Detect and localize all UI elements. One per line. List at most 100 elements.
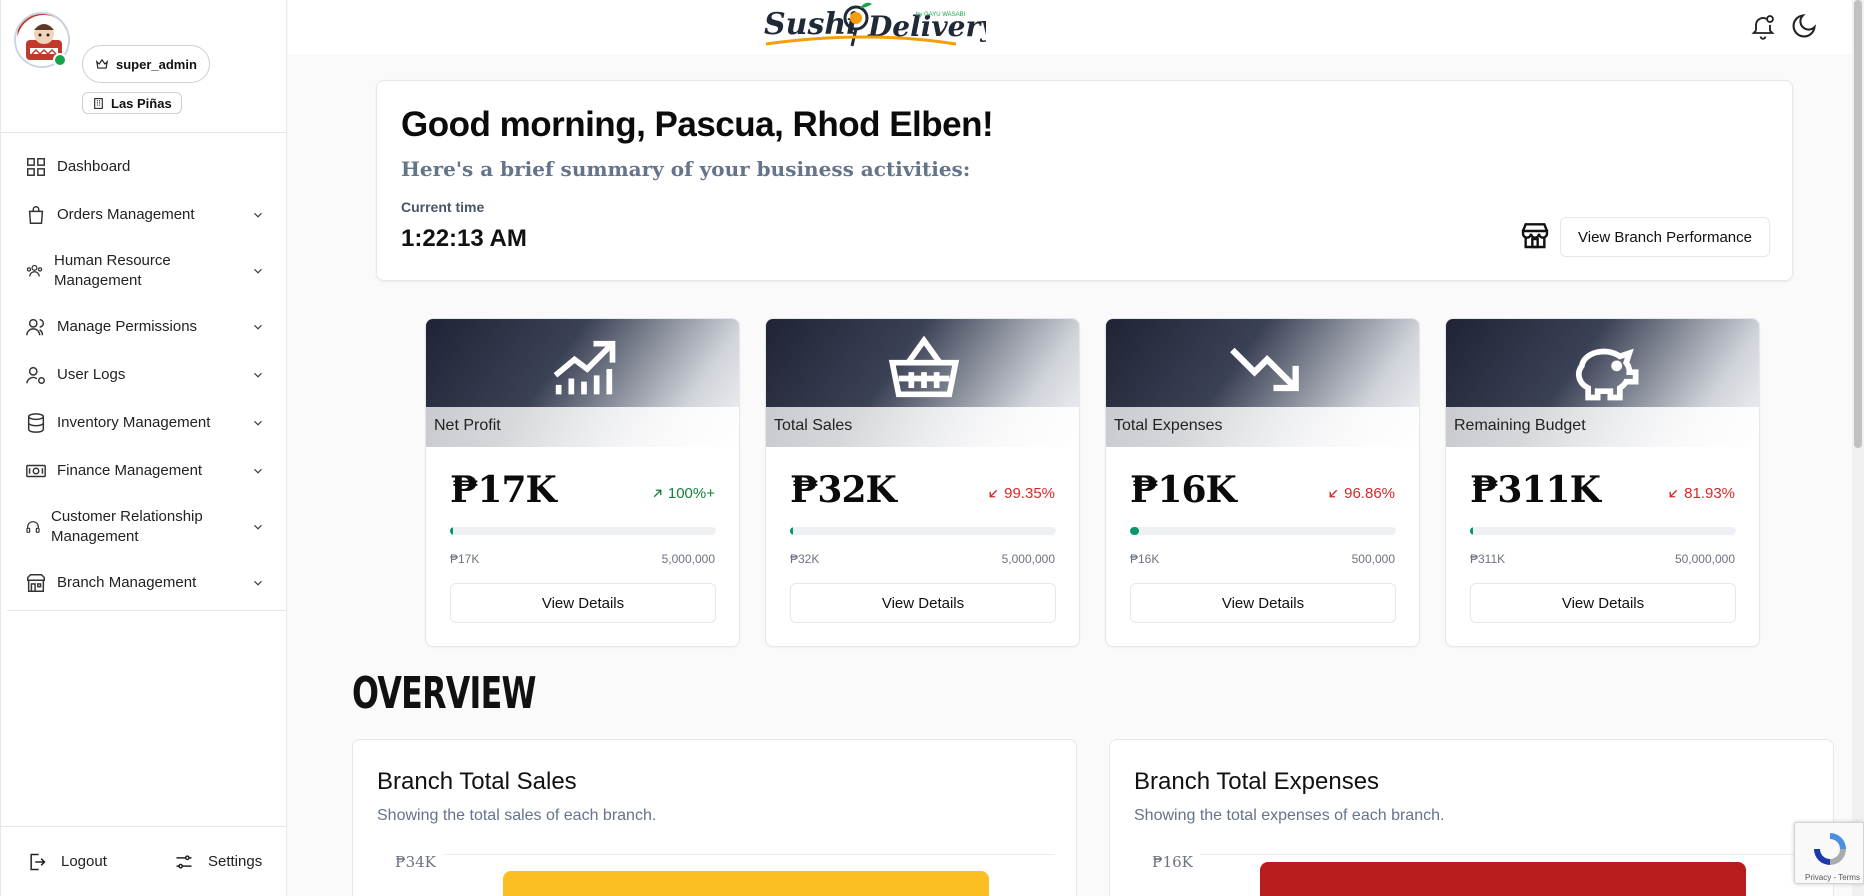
dashboard-icon [27, 158, 45, 176]
sidebar-item-label: Inventory Management [57, 414, 211, 431]
sidebar-item-user-logs[interactable]: User Logs [1, 351, 287, 399]
logout-button[interactable]: Logout [27, 852, 107, 872]
sidebar-item-label: Customer Relationship Management [51, 508, 203, 545]
chevron-down-icon [254, 420, 262, 426]
chevron-down-icon [254, 468, 262, 474]
stat-progress-min: ₱311K [1470, 552, 1506, 566]
view-details-button[interactable]: View Details [790, 583, 1056, 623]
chevron-down-icon [254, 212, 262, 218]
greeting-card: Good morning, Pascua, Rhod Elben! Here's… [376, 80, 1793, 281]
stat-progress-max: 5,000,000 [1001, 552, 1055, 566]
team-icon [26, 264, 43, 277]
logout-icon [30, 853, 46, 870]
overview-heading: OVERVIEW [352, 668, 536, 719]
stat-title: Total Sales [774, 417, 853, 434]
arrow-up-right-icon [653, 489, 662, 498]
stat-progress-fill [450, 527, 454, 535]
settings-label: Settings [208, 853, 263, 870]
stat-progress-min: ₱32K [790, 552, 820, 566]
stat-progress-track [1130, 527, 1396, 535]
sidebar-item-permissions[interactable]: Manage Permissions [1, 303, 287, 351]
stat-value: ₱311K [1470, 469, 1601, 511]
sales-bar[interactable] [503, 871, 989, 896]
role-badge: super_admin [82, 45, 210, 83]
sidebar-item-finance[interactable]: Finance Management [1, 447, 287, 495]
stat-progress-min: ₱16K [1130, 552, 1160, 566]
sidebar-footer: Logout Settings [1, 826, 287, 896]
stat-change-value: 96.86% [1344, 485, 1395, 502]
branch-total-expenses-card: Branch Total Expenses Showing the total … [1109, 739, 1834, 896]
sliders-icon [176, 854, 192, 869]
sidebar-item-label: Branch Management [57, 574, 197, 591]
sidebar-item-branch[interactable]: Branch Management [1, 559, 287, 607]
stat-progress-min: ₱17K [450, 552, 480, 566]
nav-divider [7, 610, 287, 611]
stat-value: ₱32K [790, 469, 897, 511]
sidebar-item-inventory[interactable]: Inventory Management [1, 399, 287, 447]
trending-down-icon [1230, 347, 1299, 392]
sidebar-item-orders[interactable]: Orders Management [1, 191, 287, 239]
recaptcha-badge[interactable]: Privacy - Terms [1794, 822, 1864, 884]
stat-change: 99.35% [987, 485, 1055, 502]
stat-change: 96.86% [1327, 485, 1395, 502]
sidebar-item-label: Dashboard [57, 158, 131, 175]
scrollbar-thumb[interactable] [1854, 0, 1862, 448]
stat-progress-track [790, 527, 1056, 535]
chart-title: Branch Total Expenses [1134, 768, 1380, 795]
stat-progress-track [1470, 527, 1736, 535]
settings-button[interactable]: Settings [174, 852, 262, 872]
chevron-down-icon [254, 324, 262, 330]
chart-subtitle: Showing the total sales of each branch. [377, 807, 657, 824]
y-tick-label: ₱34K [395, 853, 436, 871]
sidebar-item-hr[interactable]: Human Resource Management [1, 239, 287, 303]
stat-progress-max: 500,000 [1351, 552, 1395, 566]
stat-progress-fill [1130, 527, 1139, 535]
sidebar-item-crm[interactable]: Customer Relationship Management [1, 495, 287, 559]
logout-label: Logout [61, 853, 107, 870]
trending-up-chart-icon [553, 340, 616, 395]
sidebar-item-label: Manage Permissions [57, 318, 198, 335]
stat-change-value: 100%+ [667, 485, 715, 502]
role-label: super_admin [116, 56, 197, 72]
view-branch-performance-button[interactable]: View Branch Performance [1560, 217, 1770, 257]
current-time-label: Current time [401, 199, 485, 215]
branch-label: Las Piñas [111, 95, 172, 111]
piggy-bank-icon [1576, 348, 1639, 401]
view-details-button[interactable]: View Details [1470, 583, 1736, 623]
view-details-button[interactable]: View Details [450, 583, 716, 623]
online-status-dot [53, 53, 67, 67]
stat-progress-max: 50,000,000 [1674, 552, 1735, 566]
chevron-down-icon [254, 580, 262, 586]
dark-mode-moon-icon[interactable] [1790, 12, 1818, 40]
database-icon [27, 413, 45, 433]
stat-progress-track [450, 527, 716, 535]
shopping-bag-icon [28, 206, 44, 224]
profile-section: super_admin Las Piñas [1, 0, 287, 133]
sidebar-item-label: Finance Management [57, 462, 203, 479]
stat-card-total-expenses: Total Expenses ₱16K 96.86% ₱16K 500,000 … [1105, 318, 1420, 647]
view-details-button[interactable]: View Details [1130, 583, 1396, 623]
branch-total-sales-card: Branch Total Sales Showing the total sal… [352, 739, 1077, 896]
shopping-basket-icon [888, 335, 960, 398]
sidebar-nav: Dashboard Orders Management Human Resour… [1, 143, 287, 607]
stat-title: Remaining Budget [1454, 417, 1586, 434]
grid-line [1200, 854, 1812, 855]
chart-title: Branch Total Sales [377, 768, 577, 795]
stat-progress-max: 5,000,000 [661, 552, 715, 566]
stat-change: 81.93% [1667, 485, 1735, 502]
app-logo[interactable]: Sushi Delivery by GAYU WASABI [756, 0, 998, 54]
page-scrollbar[interactable] [1852, 0, 1864, 896]
headset-icon [26, 521, 40, 533]
building-icon [27, 574, 45, 592]
users-icon [26, 318, 45, 336]
stat-card-total-sales: Total Sales ₱32K 99.35% ₱32K 5,000,000 V… [765, 318, 1080, 647]
chart-subtitle: Showing the total expenses of each branc… [1134, 807, 1445, 824]
notification-bell-icon[interactable] [1749, 12, 1777, 40]
stat-change-value: 99.35% [1004, 485, 1055, 502]
stat-change: 100%+ [651, 485, 715, 502]
stat-value: ₱16K [1130, 469, 1237, 511]
stat-progress-fill [790, 527, 794, 535]
current-time-value: 1:22:13 AM [401, 225, 527, 252]
expenses-bar[interactable] [1260, 862, 1746, 896]
sidebar-item-dashboard[interactable]: Dashboard [1, 143, 287, 191]
